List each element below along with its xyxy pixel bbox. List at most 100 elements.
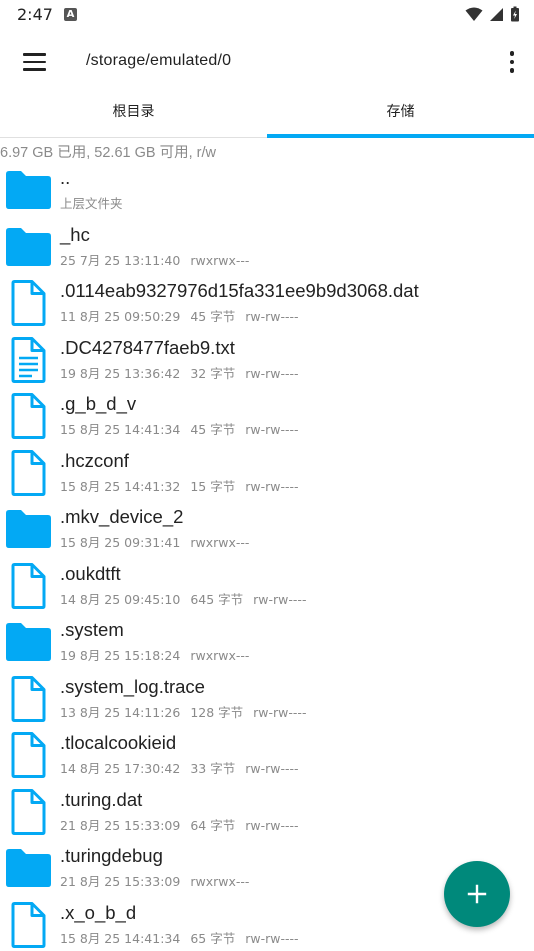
- file-name: .system_log.trace: [60, 675, 205, 697]
- add-icon: [467, 884, 487, 904]
- folder-icon: [4, 167, 52, 213]
- notification-a-icon: A: [64, 8, 77, 21]
- file-permissions: rwxrwx---: [190, 535, 250, 550]
- wifi-icon: [465, 7, 483, 21]
- folder-row[interactable]: .. 上层文件夹: [0, 161, 534, 218]
- file-name: ..: [60, 167, 71, 188]
- file-meta: 14 8月 25 17:30:42 33 字节 rw-rw----: [60, 758, 299, 777]
- file-date: 15 8月 25 14:41:32: [60, 478, 181, 494]
- file-date: 14 8月 25 09:45:10: [60, 591, 181, 607]
- tab-indicator: [267, 134, 534, 138]
- file-row[interactable]: .tlocalcookieid 14 8月 25 17:30:42 33 字节 rw-…: [0, 726, 534, 783]
- file-meta: 25 7月 25 13:11:40 rwxrwx---: [60, 250, 249, 269]
- file-permissions: rw-rw----: [245, 478, 299, 494]
- file-icon: [4, 675, 52, 722]
- file-icon: [4, 393, 52, 439]
- file-row[interactable]: .0114eab9327976d15fa331ee9b9d3068.dat 11 …: [0, 274, 534, 331]
- status-bar: 2:47 A: [0, 0, 534, 30]
- status-icons: [465, 6, 520, 22]
- file-icon: [4, 732, 52, 778]
- file-date: 上层文件夹: [60, 196, 123, 211]
- file-permissions: rwxrwx---: [190, 648, 250, 663]
- file-icon: [4, 280, 52, 326]
- file-meta: 上层文件夹: [60, 193, 123, 212]
- file-permissions: rwxrwx---: [190, 252, 250, 268]
- file-size: 645 字节: [190, 591, 244, 607]
- file-permissions: rw-rw----: [245, 761, 299, 776]
- app-bar: /storage/emulated/0: [0, 30, 534, 94]
- file-size: 128 字节: [190, 704, 244, 720]
- file-meta: 19 8月 25 13:36:42 32 字节 rw-rw----: [60, 363, 299, 382]
- file-permissions: rw-rw----: [245, 309, 299, 324]
- file-name: .hczconf: [60, 449, 129, 471]
- file-name: .g_b_d_v: [60, 393, 137, 414]
- file-permissions: rwxrwx---: [190, 874, 250, 889]
- file-permissions: rw-rw----: [253, 591, 307, 607]
- file-size: 15 字节: [190, 478, 236, 494]
- more-options-icon[interactable]: [504, 46, 520, 78]
- storage-info: 6.97 GB 已用, 52.61 GB 可用, r/w: [0, 145, 216, 161]
- file-meta: 21 8月 25 15:33:09 64 字节 rw-rw----: [60, 815, 299, 834]
- file-size: 64 字节: [190, 817, 236, 833]
- file-list: .. 上层文件夹 _hc 25 7月 25 13:11:40 rwxrwx--- .011…: [0, 161, 534, 951]
- file-permissions: rw-rw----: [245, 422, 299, 437]
- tab-storage[interactable]: 存储: [267, 94, 534, 138]
- file-row[interactable]: .turing.dat 21 8月 25 15:33:09 64 字节 rw-rw--…: [0, 783, 534, 840]
- signal-icon: [490, 7, 503, 21]
- file-name: .turing.dat: [60, 788, 143, 810]
- menu-icon[interactable]: [14, 44, 54, 80]
- file-name: .oukdtft: [60, 562, 121, 584]
- file-meta: 11 8月 25 09:50:29 45 字节 rw-rw----: [60, 306, 299, 325]
- file-name: .0114eab9327976d15fa331ee9b9d3068.dat: [60, 280, 419, 301]
- file-date: 13 8月 25 14:11:26: [60, 704, 181, 720]
- file-row[interactable]: .hczconf 15 8月 25 14:41:32 15 字节 rw-rw----: [0, 444, 534, 501]
- file-date: 14 8月 25 17:30:42: [60, 761, 181, 776]
- file-date: 19 8月 25 13:36:42: [60, 365, 181, 381]
- file-date: 15 8月 25 14:41:34: [60, 930, 181, 946]
- file-size: 65 字节: [190, 930, 236, 946]
- file-name: .turingdebug: [60, 845, 163, 866]
- tab-root[interactable]: 根目录: [0, 94, 267, 138]
- file-meta: 15 8月 25 14:41:34 45 字节 rw-rw----: [60, 419, 299, 438]
- file-row[interactable]: .system_log.trace 13 8月 25 14:11:26 128 字节…: [0, 670, 534, 727]
- folder-icon: [4, 224, 52, 270]
- file-meta: 19 8月 25 15:18:24 rwxrwx---: [60, 645, 249, 664]
- tab-bar: 根目录 存储: [0, 94, 534, 138]
- file-date: 19 8月 25 15:18:24: [60, 648, 181, 663]
- file-row[interactable]: .DC4278477faeb9.txt 19 8月 25 13:36:42 32 字…: [0, 331, 534, 388]
- file-date: 11 8月 25 09:50:29: [60, 309, 181, 324]
- folder-row[interactable]: _hc 25 7月 25 13:11:40 rwxrwx---: [0, 218, 534, 275]
- folder-row[interactable]: .system 19 8月 25 15:18:24 rwxrwx---: [0, 613, 534, 670]
- folder-icon: [4, 619, 52, 665]
- file-permissions: rw-rw----: [245, 930, 299, 946]
- file-name: _hc: [60, 223, 90, 245]
- file-meta: 13 8月 25 14:11:26 128 字节 rw-rw----: [60, 702, 306, 721]
- file-name: .tlocalcookieid: [60, 732, 177, 753]
- file-icon: [4, 449, 52, 496]
- file-meta: 14 8月 25 09:45:10 645 字节 rw-rw----: [60, 589, 306, 608]
- file-permissions: rw-rw----: [245, 817, 299, 833]
- folder-row[interactable]: .mkv_device_2 15 8月 25 09:31:41 rwxrwx---: [0, 500, 534, 557]
- folder-icon: [4, 845, 52, 891]
- file-date: 15 8月 25 14:41:34: [60, 422, 181, 437]
- file-row[interactable]: .oukdtft 14 8月 25 09:45:10 645 字节 rw-rw----: [0, 557, 534, 614]
- file-size: 33 字节: [190, 761, 236, 776]
- add-button[interactable]: [444, 861, 510, 927]
- current-path: /storage/emulated/0: [86, 52, 232, 69]
- text-file-icon: [4, 336, 52, 383]
- file-meta: 15 8月 25 14:41:32 15 字节 rw-rw----: [60, 476, 299, 495]
- file-name: .system: [60, 619, 124, 640]
- file-date: 25 7月 25 13:11:40: [60, 252, 181, 268]
- file-meta: 15 8月 25 14:41:34 65 字节 rw-rw----: [60, 928, 299, 947]
- file-permissions: rw-rw----: [253, 704, 307, 720]
- file-row[interactable]: .g_b_d_v 15 8月 25 14:41:34 45 字节 rw-rw----: [0, 387, 534, 444]
- folder-icon: [4, 506, 52, 552]
- status-time: 2:47: [17, 5, 53, 24]
- file-meta: 21 8月 25 15:33:09 rwxrwx---: [60, 871, 249, 890]
- file-date: 15 8月 25 09:31:41: [60, 535, 181, 550]
- file-name: .DC4278477faeb9.txt: [60, 336, 235, 358]
- file-date: 21 8月 25 15:33:09: [60, 817, 181, 833]
- file-name: .mkv_device_2: [60, 506, 184, 527]
- file-name: .x_o_b_d: [60, 901, 137, 923]
- file-permissions: rw-rw----: [245, 365, 299, 381]
